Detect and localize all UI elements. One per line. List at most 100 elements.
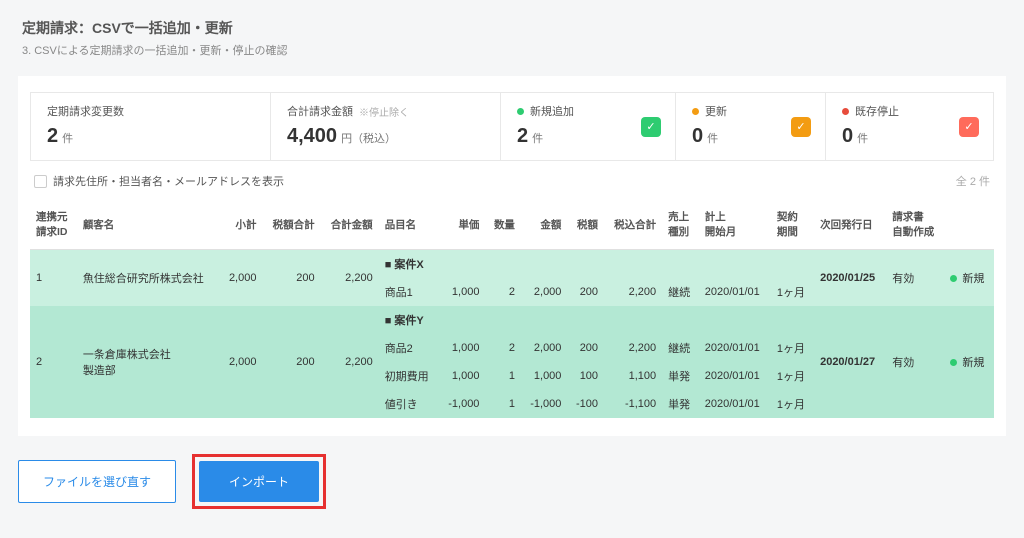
cell-amount: 1,000 — [521, 362, 567, 390]
cell-salestype: 単発 — [662, 362, 699, 390]
page-title: 定期請求：CSVで一括追加・更新 — [22, 18, 1002, 38]
import-button[interactable]: インポート — [199, 461, 319, 502]
cell-id: 1 — [30, 250, 77, 307]
cell-project-title: ■ 案件Y — [379, 306, 439, 334]
stat-value: 4,400 — [287, 125, 337, 148]
reselect-file-button[interactable]: ファイルを選び直す — [18, 460, 176, 503]
cell-nextissue: 2020/01/25 — [814, 250, 886, 307]
stat-unit: 件 — [62, 130, 73, 146]
cell-salestype: 単発 — [662, 390, 699, 418]
cell-itemname: 商品1 — [379, 278, 439, 306]
stat-label: 合計請求金額 — [287, 103, 353, 119]
stat-unit: 円（税込） — [341, 130, 396, 146]
total-count: 全 2 件 — [956, 173, 990, 189]
cell-itemname: 値引き — [379, 390, 439, 418]
stat-label: 更新 — [705, 103, 727, 119]
stat-update: 更新 0 件 ✓ — [676, 93, 826, 160]
show-address-checkbox[interactable]: 請求先住所・担当者名・メールアドレスを表示 — [34, 173, 284, 189]
cell-tax: 200 — [567, 334, 604, 362]
status-dot-icon — [842, 108, 849, 115]
checkbox-label: 請求先住所・担当者名・メールアドレスを表示 — [53, 173, 284, 189]
cell-customer: 魚住総合研究所株式会社 — [77, 250, 220, 307]
cell-salestype: 継続 — [662, 334, 699, 362]
th-customer: 顧客名 — [77, 199, 220, 250]
cell-nextissue: 2020/01/27 — [814, 306, 886, 418]
cell-itemname: 商品2 — [379, 334, 439, 362]
th-salestype: 売上 種別 — [662, 199, 699, 250]
cell-subtotal: 2,000 — [220, 306, 263, 418]
cell-customer: 一条倉庫株式会社 製造部 — [77, 306, 220, 418]
stat-unit: 件 — [707, 130, 718, 146]
cell-taxincl: -1,100 — [604, 390, 662, 418]
cell-tax: 100 — [567, 362, 604, 390]
import-button-highlight: インポート — [192, 454, 326, 509]
cell-startmonth: 2020/01/01 — [699, 278, 771, 306]
page-subtitle: 3. CSVによる定期請求の一括追加・更新・停止の確認 — [22, 42, 1002, 58]
cell-taxincl: 1,100 — [604, 362, 662, 390]
cell-subtotal: 2,000 — [220, 250, 263, 307]
stat-label: 定期請求変更数 — [47, 103, 124, 119]
billing-table: 連携元 請求ID 顧客名 小計 税額合計 合計金額 品目名 単価 数量 金額 税… — [30, 199, 994, 418]
check-icon: ✓ — [791, 117, 811, 137]
th-grandtotal: 合計金額 — [321, 199, 379, 250]
cell-salestype: 継続 — [662, 278, 699, 306]
status-dot-icon — [517, 108, 524, 115]
check-icon: ✓ — [959, 117, 979, 137]
th-nextissue: 次回発行日 — [814, 199, 886, 250]
stat-unit: 件 — [857, 130, 868, 146]
stat-total-amount: 合計請求金額 ※停止除く 4,400 円（税込） — [271, 93, 501, 160]
cell-itemname: 初期費用 — [379, 362, 439, 390]
stat-label: 新規追加 — [530, 103, 574, 119]
check-icon: ✓ — [641, 117, 661, 137]
th-amount: 金額 — [521, 199, 567, 250]
cell-period: 1ヶ月 — [771, 390, 814, 418]
checkbox-icon — [34, 175, 47, 188]
cell-autocreate: 有効 — [886, 250, 944, 307]
cell-qty: 1 — [485, 390, 521, 418]
cell-status: 新規 — [944, 250, 994, 307]
cell-unitprice: 1,000 — [439, 334, 485, 362]
status-dot-icon — [950, 359, 957, 366]
cell-startmonth: 2020/01/01 — [699, 390, 771, 418]
stat-new: 新規追加 2 件 ✓ — [501, 93, 676, 160]
cell-period: 1ヶ月 — [771, 334, 814, 362]
cell-period: 1ヶ月 — [771, 362, 814, 390]
cell-taxtotal: 200 — [262, 306, 320, 418]
cell-qty: 2 — [485, 278, 521, 306]
status-dot-icon — [950, 275, 957, 282]
th-autocreate: 請求書 自動作成 — [886, 199, 944, 250]
cell-status: 新規 — [944, 306, 994, 418]
cell-taxincl: 2,200 — [604, 334, 662, 362]
cell-unitprice: 1,000 — [439, 362, 485, 390]
th-tax: 税額 — [567, 199, 604, 250]
options-row: 請求先住所・担当者名・メールアドレスを表示 全 2 件 — [30, 173, 994, 189]
th-subtotal: 小計 — [220, 199, 263, 250]
th-period: 契約 期間 — [771, 199, 814, 250]
main-container: 定期請求変更数 2 件 合計請求金額 ※停止除く 4,400 円（税込） 新規追… — [18, 76, 1006, 436]
footer-actions: ファイルを選び直す インポート — [18, 454, 1006, 509]
cell-qty: 1 — [485, 362, 521, 390]
stat-value: 2 — [47, 125, 58, 148]
th-status — [944, 199, 994, 250]
stat-stopped: 既存停止 0 件 ✓ — [826, 93, 993, 160]
cell-project-title: ■ 案件X — [379, 250, 439, 279]
cell-id: 2 — [30, 306, 77, 418]
cell-grandtotal: 2,200 — [321, 306, 379, 418]
cell-amount: -1,000 — [521, 390, 567, 418]
stat-value: 2 — [517, 125, 528, 148]
cell-startmonth: 2020/01/01 — [699, 334, 771, 362]
cell-taxtotal: 200 — [262, 250, 320, 307]
cell-period: 1ヶ月 — [771, 278, 814, 306]
th-itemname: 品目名 — [379, 199, 439, 250]
cell-amount: 2,000 — [521, 334, 567, 362]
stat-label-note: ※停止除く — [359, 104, 409, 119]
th-source-id: 連携元 請求ID — [30, 199, 77, 250]
cell-taxincl: 2,200 — [604, 278, 662, 306]
cell-startmonth: 2020/01/01 — [699, 362, 771, 390]
th-qty: 数量 — [485, 199, 521, 250]
table-row: 2一条倉庫株式会社 製造部2,0002002,200■ 案件Y2020/01/2… — [30, 306, 994, 334]
page-header: 定期請求：CSVで一括追加・更新 3. CSVによる定期請求の一括追加・更新・停… — [0, 0, 1024, 66]
th-unitprice: 単価 — [439, 199, 485, 250]
stat-value: 0 — [842, 125, 853, 148]
table-row: 1魚住総合研究所株式会社2,0002002,200■ 案件X2020/01/25… — [30, 250, 994, 279]
